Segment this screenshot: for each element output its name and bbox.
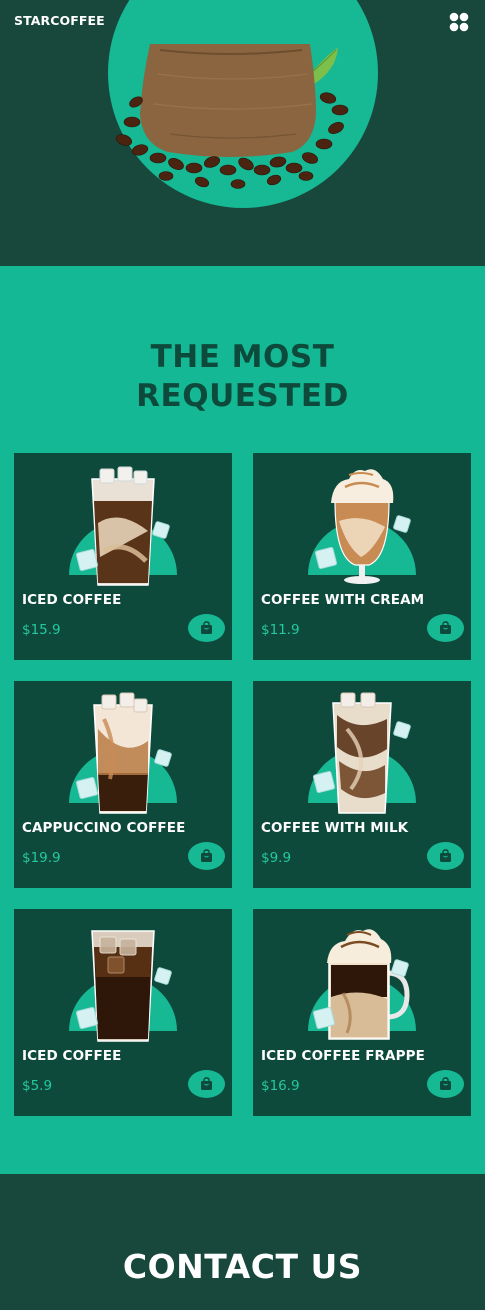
iced-black-coffee-image (76, 930, 172, 1042)
product-name: ICED COFFEE (22, 592, 122, 608)
add-to-cart-button[interactable] (188, 1070, 225, 1098)
product-card[interactable]: CAPPUCCINO COFFEE $19.9 (14, 681, 232, 888)
shopping-bag-icon (201, 621, 212, 634)
add-to-cart-button[interactable] (188, 842, 225, 870)
shopping-bag-icon (201, 1077, 212, 1090)
product-card[interactable]: ICED COFFEE $15.9 (14, 453, 232, 660)
product-price: $15.9 (22, 622, 61, 638)
product-name: COFFEE WITH CREAM (261, 592, 425, 608)
brand-logo[interactable]: STARCOFFEE (14, 13, 105, 28)
product-card[interactable]: ICED COFFEE $5.9 (14, 909, 232, 1116)
add-to-cart-button[interactable] (427, 842, 464, 870)
add-to-cart-button[interactable] (427, 614, 464, 642)
iced-coffee-image (76, 466, 170, 586)
product-card[interactable]: ICED COFFEE FRAPPE $16.9 (253, 909, 471, 1116)
shopping-bag-icon (440, 849, 451, 862)
contact-title: CONTACT US (122, 1247, 363, 1286)
product-card[interactable]: COFFEE WITH CREAM $11.9 (253, 453, 471, 660)
product-price: $19.9 (22, 850, 61, 866)
product-price: $11.9 (261, 622, 300, 638)
coffee-sack-image (115, 44, 349, 189)
cream-coffee-image (315, 469, 411, 584)
shopping-bag-icon (440, 621, 451, 634)
grid-menu-icon[interactable] (449, 12, 469, 32)
product-price: $16.9 (261, 1078, 300, 1094)
add-to-cart-button[interactable] (427, 1070, 464, 1098)
product-name: CAPPUCCINO COFFEE (22, 820, 186, 836)
product-price: $9.9 (261, 850, 292, 866)
product-name: ICED COFFEE (22, 1048, 122, 1064)
add-to-cart-button[interactable] (188, 614, 225, 642)
product-card[interactable]: COFFEE WITH MILK $9.9 (253, 681, 471, 888)
section-title-line1: THE MOST (150, 339, 335, 375)
contact-section: CONTACT US (0, 1174, 485, 1310)
most-requested-section: THE MOST REQUESTED ICED COFFEE $15.9 COF… (0, 266, 485, 1174)
product-price: $5.9 (22, 1078, 53, 1094)
shopping-bag-icon (440, 1077, 451, 1090)
section-title: THE MOST REQUESTED (0, 338, 485, 416)
hero-section: STARCOFFEE (0, 0, 485, 266)
product-name: COFFEE WITH MILK (261, 820, 409, 836)
section-title-line2: REQUESTED (136, 378, 349, 414)
shopping-bag-icon (201, 849, 212, 862)
milk-coffee-image (313, 692, 411, 814)
frappe-mug-image (313, 929, 410, 1040)
product-name: ICED COFFEE FRAPPE (261, 1048, 425, 1064)
cappuccino-image (76, 692, 172, 814)
